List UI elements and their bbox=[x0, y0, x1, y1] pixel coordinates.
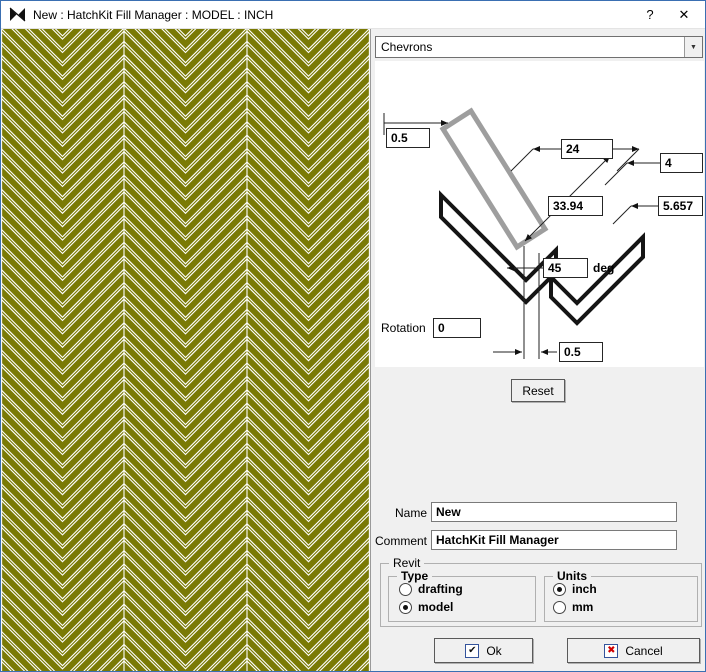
units-group: Units inch mm bbox=[544, 576, 698, 622]
radio-mm-circle[interactable] bbox=[553, 601, 566, 614]
hatchkit-dialog: New : HatchKit Fill Manager : MODEL : IN… bbox=[0, 0, 706, 672]
name-input[interactable]: New bbox=[431, 502, 677, 522]
line-offset-input[interactable]: 0.5 bbox=[386, 128, 430, 148]
reset-button[interactable]: Reset bbox=[511, 379, 565, 402]
radio-inch[interactable]: inch bbox=[553, 582, 597, 596]
close-button[interactable]: ✕ bbox=[667, 7, 701, 23]
rotation-input[interactable]: 0 bbox=[433, 318, 481, 338]
deg-label: deg bbox=[593, 261, 614, 275]
name-label: Name bbox=[379, 506, 427, 520]
ok-check-icon: ✔ bbox=[465, 644, 479, 658]
type-group-label: Type bbox=[397, 569, 432, 583]
perpendicular-spacing-input[interactable]: 5.657 bbox=[658, 196, 703, 216]
type-group: Type drafting model bbox=[388, 576, 536, 622]
wide-spacing-input[interactable]: 24 bbox=[561, 139, 613, 159]
radio-inch-label: inch bbox=[572, 582, 597, 596]
pattern-combobox-value: Chevrons bbox=[376, 40, 684, 54]
settings-panel: Chevrons ▼ bbox=[370, 29, 706, 672]
comment-label: Comment bbox=[373, 534, 427, 548]
radio-model-label: model bbox=[418, 600, 453, 614]
radio-mm[interactable]: mm bbox=[553, 600, 593, 614]
radio-model[interactable]: model bbox=[399, 600, 453, 614]
pattern-combobox[interactable]: Chevrons ▼ bbox=[375, 36, 703, 58]
cancel-x-icon: ✖ bbox=[604, 644, 618, 658]
pattern-preview bbox=[1, 29, 370, 672]
narrow-spacing-input[interactable]: 4 bbox=[660, 153, 703, 173]
leg-length-input[interactable]: 33.94 bbox=[548, 196, 603, 216]
titlebar: New : HatchKit Fill Manager : MODEL : IN… bbox=[1, 1, 705, 29]
comment-input[interactable]: HatchKit Fill Manager bbox=[431, 530, 677, 550]
ok-button[interactable]: ✔ Ok bbox=[434, 638, 533, 663]
cancel-button[interactable]: ✖ Cancel bbox=[567, 638, 700, 663]
window-title: New : HatchKit Fill Manager : MODEL : IN… bbox=[33, 8, 633, 22]
revit-group-label: Revit bbox=[389, 556, 424, 570]
rotation-label: Rotation bbox=[381, 321, 426, 335]
radio-mm-label: mm bbox=[572, 600, 593, 614]
revit-group: Revit Type drafting model Units inch bbox=[380, 563, 702, 627]
cancel-button-label: Cancel bbox=[625, 644, 662, 658]
black-chevron-right bbox=[551, 237, 643, 323]
chevron-down-icon[interactable]: ▼ bbox=[684, 37, 702, 57]
reset-button-label: Reset bbox=[522, 384, 553, 398]
bottom-offset-input[interactable]: 0.5 bbox=[559, 342, 603, 362]
diagram-area: 0.5 24 4 33.94 5.657 45 deg Rotation 0 0… bbox=[375, 61, 704, 367]
app-icon bbox=[9, 7, 26, 22]
radio-inch-circle[interactable] bbox=[553, 583, 566, 596]
radio-drafting[interactable]: drafting bbox=[399, 582, 463, 596]
radio-drafting-circle[interactable] bbox=[399, 583, 412, 596]
radio-model-circle[interactable] bbox=[399, 601, 412, 614]
help-button[interactable]: ? bbox=[633, 7, 667, 22]
ok-button-label: Ok bbox=[486, 644, 501, 658]
radio-drafting-label: drafting bbox=[418, 582, 463, 596]
units-group-label: Units bbox=[553, 569, 591, 583]
angle-input[interactable]: 45 bbox=[543, 258, 588, 278]
